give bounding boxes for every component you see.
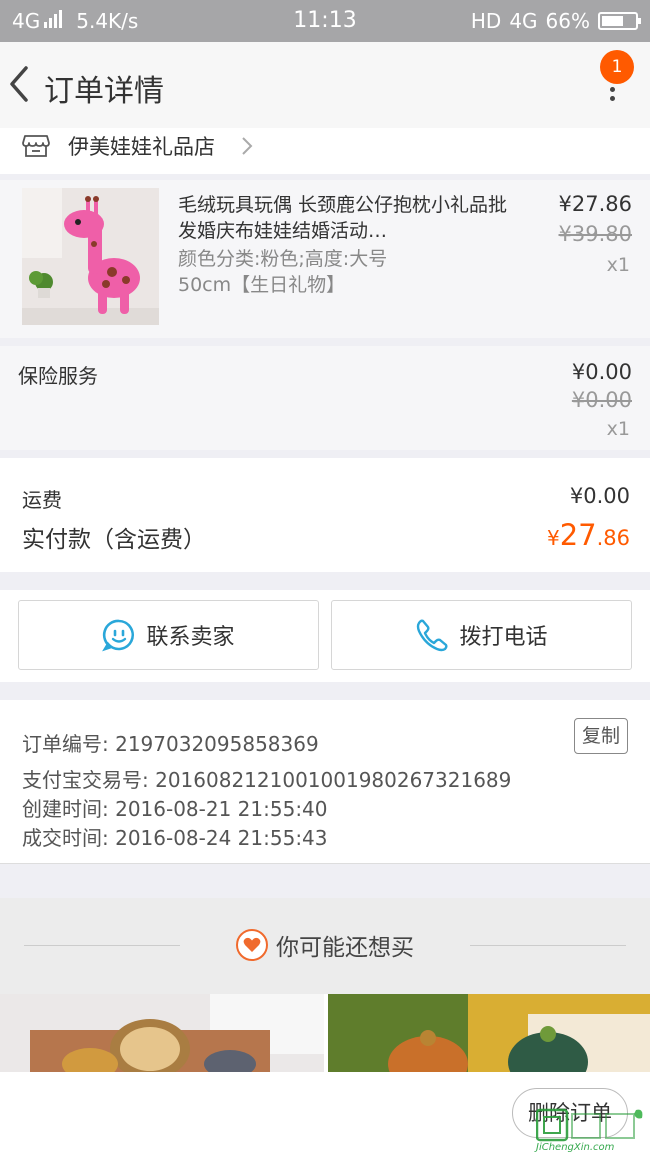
paid-integer: 27 (559, 518, 597, 552)
product-price: ¥27.86 (558, 192, 632, 216)
insurance-price: ¥0.00 (571, 360, 632, 384)
product-name: 毛绒玩具玩偶 长颈鹿公仔抱枕小礼品批发婚庆布娃娃结婚活动… (178, 194, 508, 242)
paid-label: 实付款（含运费） (22, 527, 206, 553)
recommend-product-image[interactable] (0, 994, 324, 1072)
battery-icon (598, 12, 641, 30)
order-totals: 运费 ¥0.00 实付款（含运费） ¥27.86 (0, 458, 650, 572)
battery-percent: 66% (545, 9, 590, 33)
watermark-logo (535, 1108, 643, 1142)
order-number: 订单编号: 2197032095858369 (22, 732, 319, 756)
status-right: HD 4G 66% (470, 9, 641, 33)
nav-bar: 订单详情 1 (0, 42, 650, 128)
insurance-original-price: ¥0.00 (571, 388, 632, 412)
insurance-label: 保险服务 (18, 364, 98, 388)
product-thumbnail[interactable] (22, 188, 159, 325)
paid-currency: ¥ (546, 526, 560, 550)
hd-label: HD (470, 9, 502, 33)
recommend-title: 你可能还想买 (276, 935, 414, 961)
store-icon (22, 135, 50, 157)
product-item[interactable]: 毛绒玩具玩偶 长颈鹿公仔抱枕小礼品批发婚庆布娃娃结婚活动… 颜色分类:粉色;高度… (0, 180, 650, 338)
battery-fill (602, 16, 624, 26)
status-bar: 4G 5.4K/s 11:13 HD 4G 66% (0, 0, 650, 42)
watermark-text: JiChengXin.com (536, 1142, 615, 1153)
recommend-section: 你可能还想买 (0, 898, 650, 994)
network-right-label: 4G (509, 9, 538, 33)
page-title: 订单详情 (44, 74, 164, 109)
contact-seller-label: 联系卖家 (146, 625, 235, 650)
recommend-product-image[interactable] (328, 994, 650, 1072)
chevron-left-icon (10, 66, 28, 102)
insurance-quantity: x1 (606, 418, 630, 440)
shipping-label: 运费 (22, 488, 62, 512)
giraffe-plush-image (22, 188, 159, 325)
product-original-price: ¥39.80 (558, 222, 632, 246)
chat-smile-icon (102, 619, 135, 652)
product-sku: 颜色分类:粉色;高度:大号50cm【生日礼物】 (178, 248, 388, 296)
created-time: 创建时间: 2016-08-21 21:55:40 (22, 797, 328, 821)
call-seller-button[interactable]: 拨打电话 (331, 600, 632, 670)
paid-decimal: .86 (596, 526, 630, 550)
shipping-value: ¥0.00 (569, 484, 630, 508)
recommend-products (0, 994, 650, 1072)
action-buttons: 联系卖家 拨打电话 (0, 590, 650, 682)
contact-seller-button[interactable]: 联系卖家 (18, 600, 319, 670)
product-quantity: x1 (606, 254, 630, 276)
chevron-right-icon (242, 137, 253, 155)
phone-icon (417, 619, 449, 652)
back-button[interactable] (4, 62, 36, 106)
order-info: 订单编号: 2197032095858369 复制 支付宝交易号: 201608… (0, 700, 650, 864)
shop-row[interactable]: 伊美娃娃礼品店 (0, 128, 650, 174)
notification-badge[interactable]: 1 (600, 50, 634, 84)
watermark: JiChengXin.com (535, 1108, 646, 1154)
alipay-number: 支付宝交易号: 2016082121001001980267321689 (22, 768, 512, 792)
recommend-heading: 你可能还想买 (0, 928, 650, 962)
completed-time: 成交时间: 2016-08-24 21:55:43 (22, 826, 328, 850)
paid-amount: ¥27.86 (547, 518, 630, 552)
copy-button[interactable]: 复制 (574, 718, 628, 754)
shop-name: 伊美娃娃礼品店 (68, 135, 215, 159)
call-seller-label: 拨打电话 (459, 625, 548, 650)
insurance-item[interactable]: 保险服务 ¥0.00 ¥0.00 x1 (0, 346, 650, 450)
heart-icon (236, 929, 268, 961)
